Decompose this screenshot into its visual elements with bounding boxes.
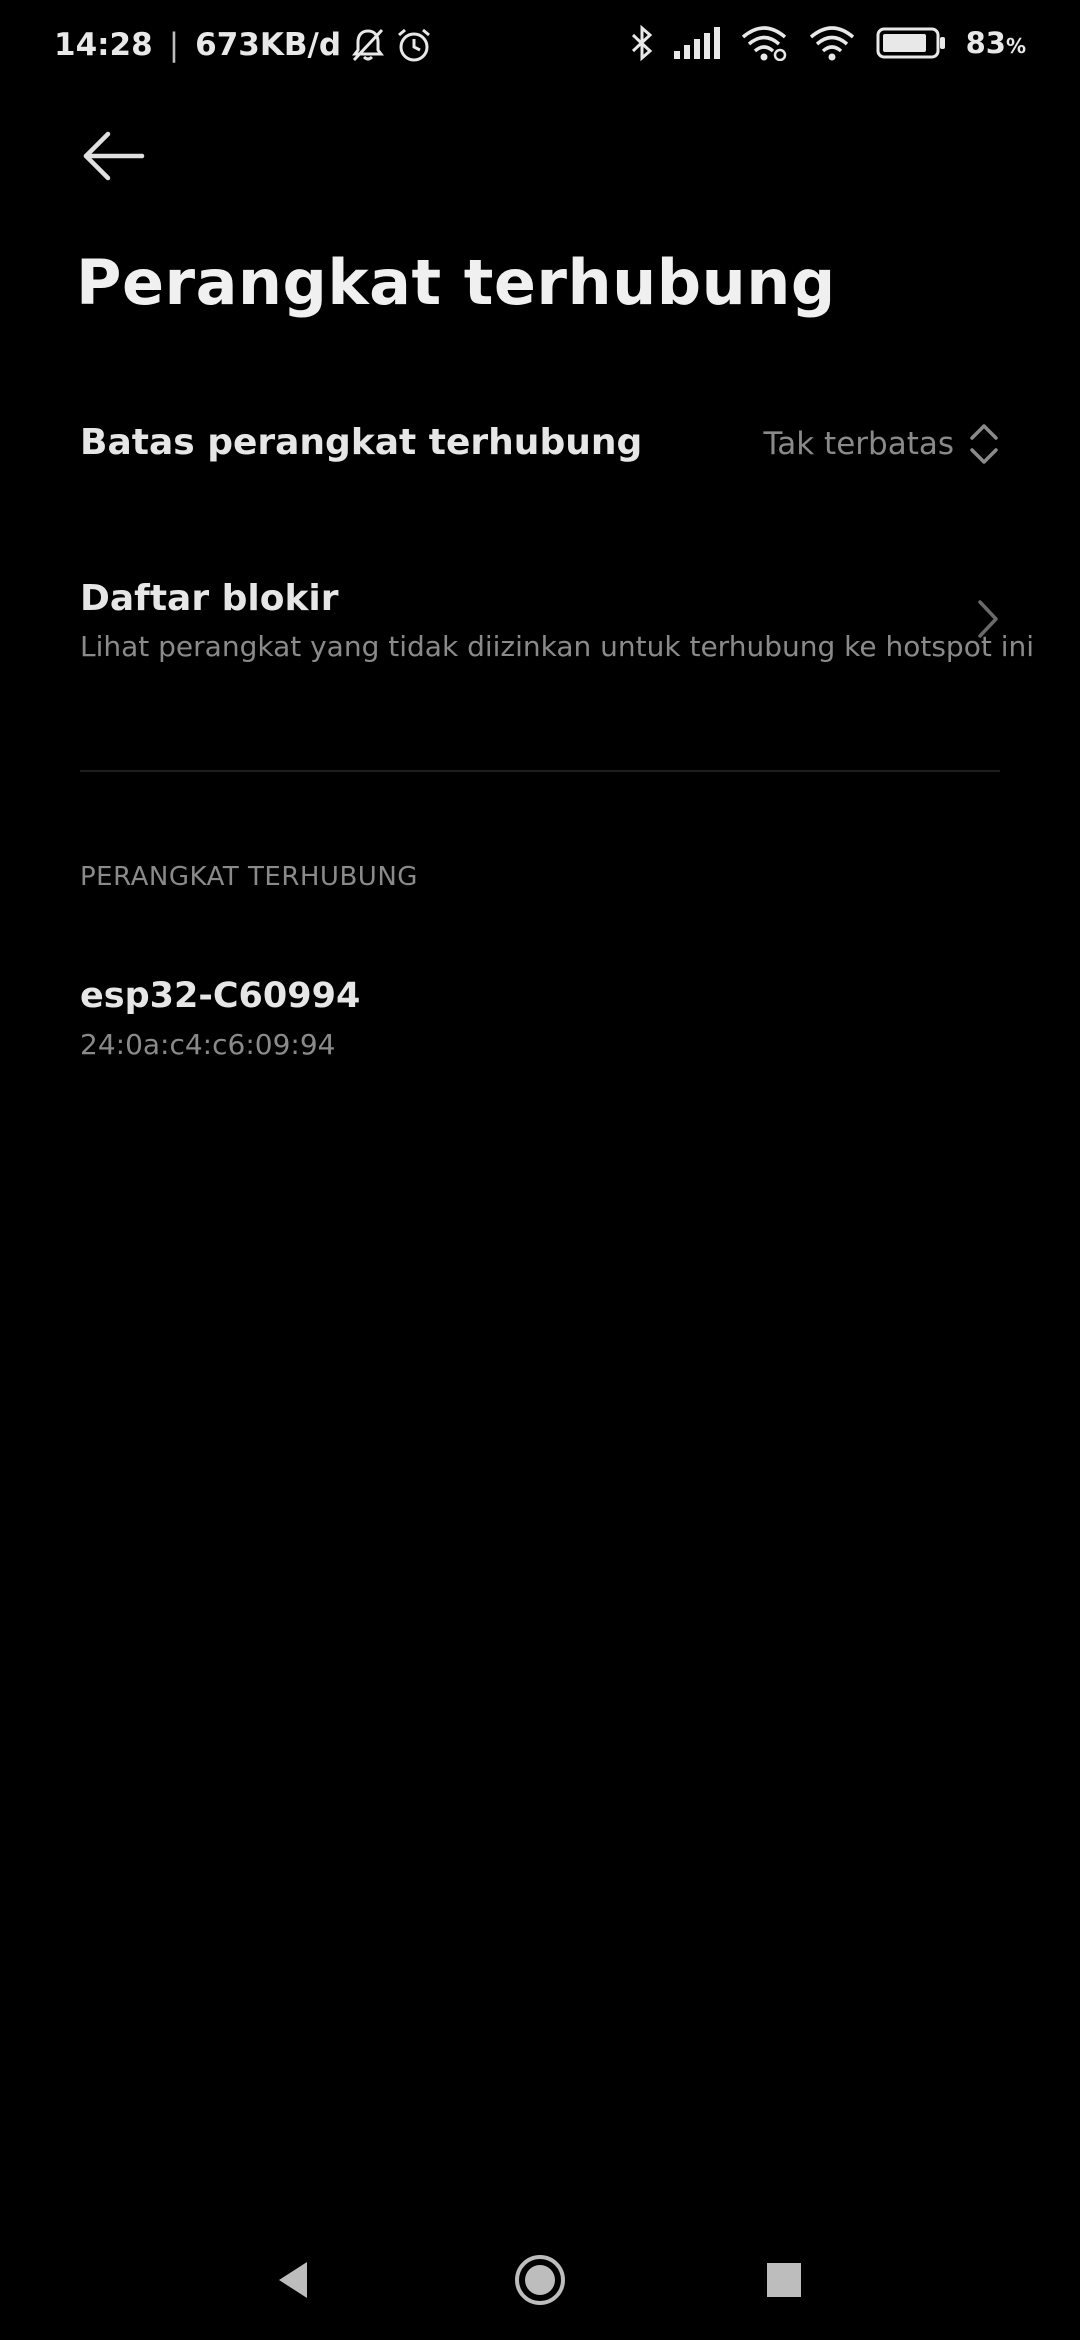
device-limit-value: Tak terbatas (763, 426, 954, 462)
status-net-speed: 673KB/d (195, 27, 342, 63)
bell-off-icon (351, 27, 385, 63)
status-bar-right: 83% (630, 24, 1026, 62)
battery-suffix: % (1005, 34, 1026, 58)
battery-icon (876, 26, 946, 60)
blocklist-subtitle: Lihat perangkat yang tidak diizinkan unt… (80, 630, 1035, 663)
nav-back-button[interactable] (263, 2250, 323, 2310)
nav-recents-icon (767, 2263, 801, 2297)
battery-percent: 83 (965, 26, 1006, 60)
page-title: Perangkat terhubung (76, 246, 836, 319)
nav-recents-button[interactable] (754, 2250, 814, 2310)
device-name: esp32-C60994 (80, 976, 361, 1016)
device-mac: 24:0a:c4:c6:09:94 (80, 1028, 336, 1061)
arrow-left-icon (83, 131, 145, 181)
status-time: 14:28 (54, 27, 153, 63)
bluetooth-icon (630, 24, 654, 62)
status-bar: 14:28 | 673KB/d 83% (0, 0, 1080, 96)
back-button[interactable] (80, 126, 150, 186)
navigation-bar (0, 2220, 1080, 2340)
connected-devices-header: PERANGKAT TERHUBUNG (80, 862, 418, 892)
nav-home-button[interactable] (510, 2250, 570, 2310)
device-limit-row[interactable]: Batas perangkat terhubung Tak terbatas (80, 410, 1000, 484)
status-separator: | (168, 27, 180, 63)
nav-back-icon (279, 2262, 307, 2298)
chevron-right-icon (978, 600, 998, 638)
status-bar-left: 14:28 | 673KB/d (54, 26, 433, 64)
device-limit-label: Batas perangkat terhubung (80, 422, 643, 463)
cell-signal-icon (673, 27, 720, 59)
wifi-hotspot-icon (808, 25, 856, 61)
battery-level: 83% (966, 26, 1026, 60)
nav-home-icon (515, 2255, 565, 2305)
wifi-icon (740, 25, 788, 61)
chevron-updown-icon (970, 424, 998, 464)
alarm-icon (395, 26, 433, 64)
blocklist-title: Daftar blokir (80, 578, 339, 619)
blocklist-row[interactable]: Daftar blokir Lihat perangkat yang tidak… (80, 570, 1034, 670)
divider (80, 770, 1000, 772)
list-item[interactable]: esp32-C60994 24:0a:c4:c6:09:94 (80, 972, 1000, 1072)
